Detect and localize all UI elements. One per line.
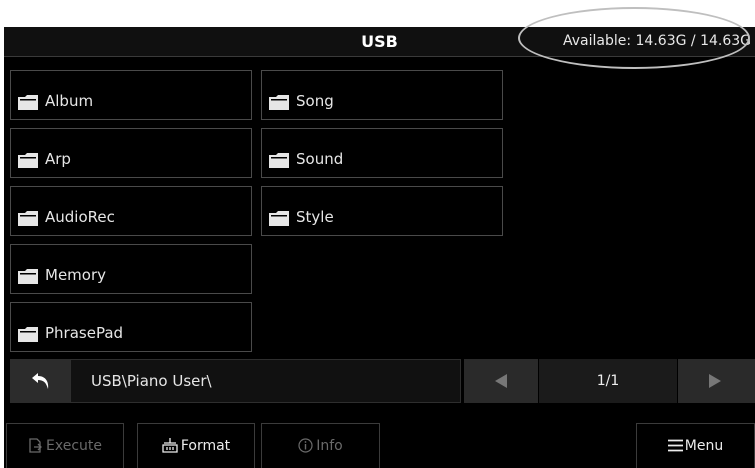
- folder-arp[interactable]: Arp: [10, 128, 252, 178]
- info-button[interactable]: Info: [261, 423, 380, 468]
- folder-icon: [269, 95, 289, 110]
- folder-label: Song: [296, 92, 334, 110]
- page-indicator: 1/1: [539, 359, 677, 403]
- execute-label: Execute: [46, 438, 102, 454]
- current-path: USB\Piano User\: [70, 359, 461, 403]
- menu-button[interactable]: Menu: [636, 423, 755, 468]
- folder-icon: [18, 327, 38, 342]
- title-bar: USB Available: 14.63G / 14.63G: [4, 27, 755, 57]
- usb-browser-screen: USB Available: 14.63G / 14.63G Album Arp…: [4, 27, 755, 468]
- folder-label: AudioRec: [45, 208, 115, 226]
- folder-album[interactable]: Album: [10, 70, 252, 120]
- hamburger-menu-icon: [667, 439, 683, 452]
- folder-label: Memory: [45, 266, 107, 284]
- execute-button[interactable]: Execute: [6, 423, 124, 468]
- menu-label: Menu: [684, 438, 724, 454]
- format-label: Format: [180, 438, 231, 454]
- folder-label: PhrasePad: [45, 324, 124, 342]
- folder-label: Sound: [296, 150, 344, 168]
- folder-phrasepad[interactable]: PhrasePad: [10, 302, 252, 352]
- triangle-left-icon: [495, 374, 507, 388]
- folder-memory[interactable]: Memory: [10, 244, 252, 294]
- folder-icon: [18, 95, 38, 110]
- folder-label: Style: [296, 208, 334, 226]
- folder-icon: [18, 269, 38, 284]
- format-icon: [162, 438, 178, 453]
- folder-audiorec[interactable]: AudioRec: [10, 186, 252, 236]
- folder-icon: [18, 153, 38, 168]
- format-button[interactable]: Format: [137, 423, 255, 468]
- back-button[interactable]: [10, 359, 70, 403]
- prev-page-button[interactable]: [464, 359, 538, 403]
- folder-style[interactable]: Style: [261, 186, 503, 236]
- back-arrow-icon: [32, 373, 49, 389]
- folder-icon: [269, 211, 289, 226]
- folder-label: Album: [45, 92, 94, 110]
- available-space: Available: 14.63G / 14.63G: [562, 33, 751, 49]
- next-page-button[interactable]: [678, 359, 755, 403]
- document-execute-icon: [29, 438, 42, 453]
- folder-icon: [269, 153, 289, 168]
- folder-sound[interactable]: Sound: [261, 128, 503, 178]
- folder-label: Arp: [45, 150, 71, 168]
- folder-icon: [18, 211, 38, 226]
- info-label: Info: [316, 438, 343, 454]
- triangle-right-icon: [709, 374, 721, 388]
- folder-song[interactable]: Song: [261, 70, 503, 120]
- info-icon: [298, 438, 313, 453]
